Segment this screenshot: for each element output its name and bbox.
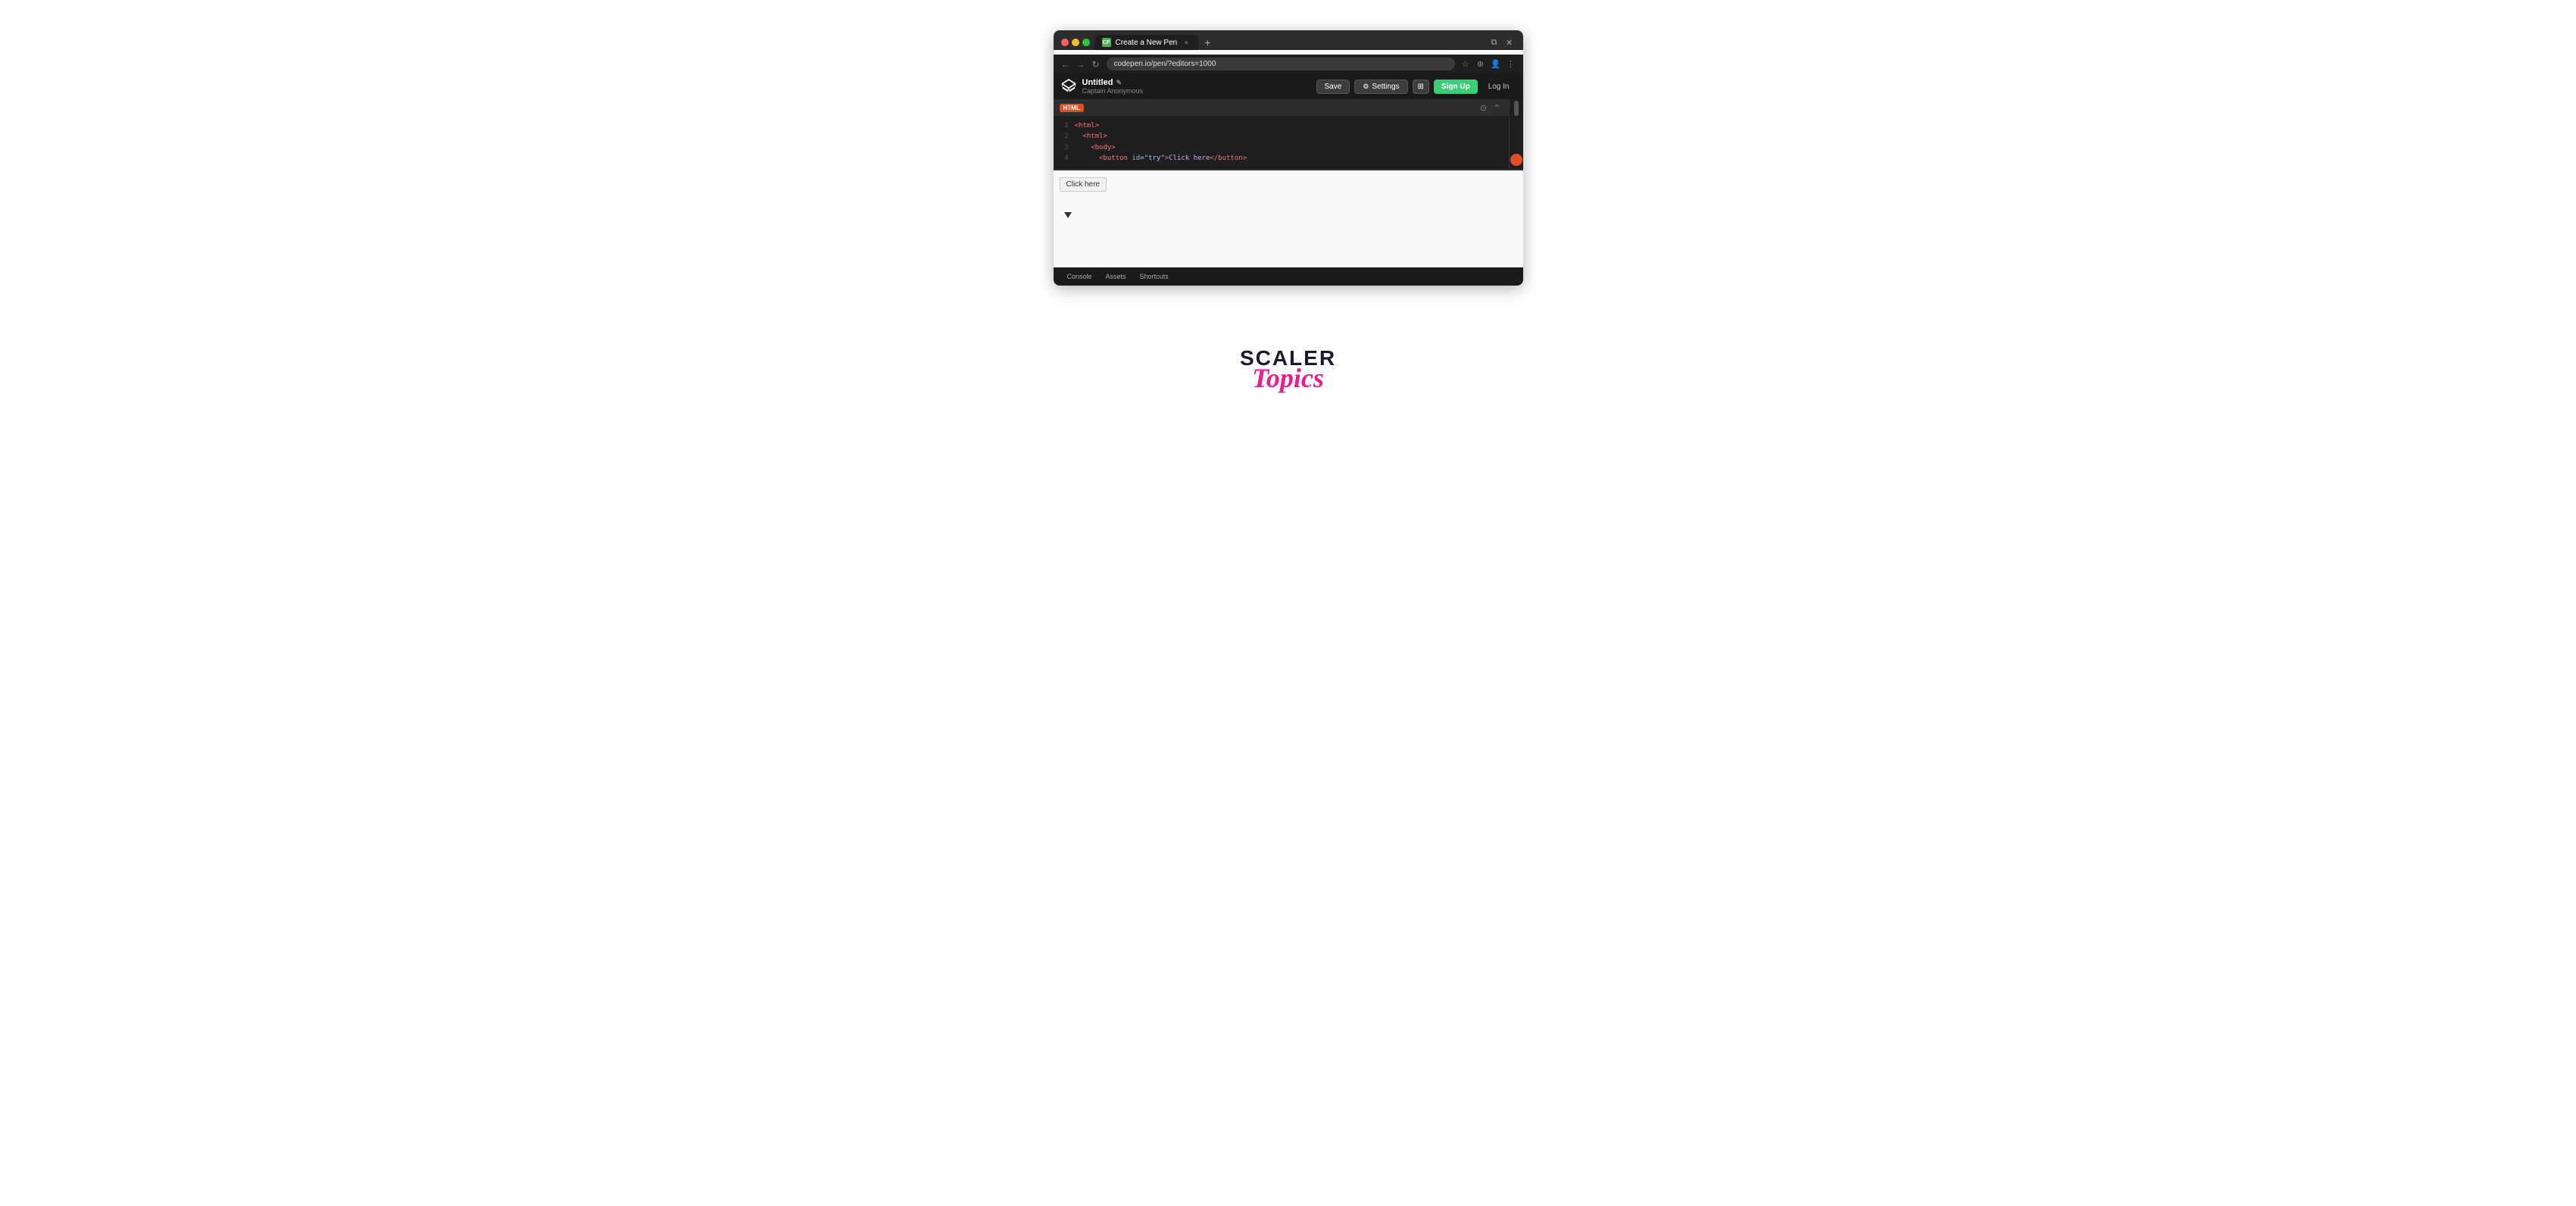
html-badge: HTML	[1060, 104, 1084, 112]
browser-controls: CP Create a New Pen × + ⧉ ✕	[1061, 35, 1516, 50]
browser-window: CP Create a New Pen × + ⧉ ✕ ← → ↻ ☆ ⊕ 👤	[1054, 30, 1523, 286]
expand-icon[interactable]: ⌃	[1492, 102, 1503, 113]
browser-chrome: CP Create a New Pen × + ⧉ ✕	[1054, 30, 1523, 50]
editor-sidebar	[1510, 99, 1523, 169]
tab-title: Create a New Pen	[1116, 39, 1178, 47]
profile-icon[interactable]: 👤	[1490, 58, 1502, 70]
forward-button[interactable]: →	[1075, 58, 1087, 70]
record-button[interactable]	[1510, 154, 1522, 166]
html-editor-panel: HTML ⊙ ⌃ 1 <html> 2 <html> 3 <body>	[1054, 99, 1510, 169]
toolbar-buttons: Save ⚙ Settings ⊞ Sign Up Log In	[1316, 80, 1516, 94]
minimize-window-button[interactable]	[1072, 39, 1079, 46]
new-tab-button[interactable]: +	[1201, 36, 1213, 48]
codepen-toolbar: Untitled ✎ Captain Anonymous Save ⚙ Sett…	[1054, 73, 1523, 99]
signup-button[interactable]: Sign Up	[1434, 80, 1478, 94]
preview-click-here-button[interactable]: Click here	[1060, 177, 1107, 192]
pen-edit-icon[interactable]: ✎	[1116, 79, 1122, 87]
pen-title: Untitled ✎	[1082, 78, 1310, 87]
close-window-button[interactable]	[1061, 39, 1069, 46]
bottom-bar: Console Assets Shortcuts	[1054, 267, 1523, 286]
window-nav-right: ⧉ ✕	[1488, 36, 1516, 48]
console-tab[interactable]: Console	[1061, 270, 1098, 283]
codepen-logo-icon	[1061, 79, 1076, 94]
code-line-4: 4 <button id="try">Click here</button>	[1060, 153, 1503, 164]
settings-button[interactable]: ⚙ Settings	[1354, 80, 1407, 94]
code-editor[interactable]: 1 <html> 2 <html> 3 <body> 4 <button id=…	[1054, 116, 1509, 169]
tab-bar: CP Create a New Pen × +	[1094, 35, 1484, 50]
window-buttons	[1061, 39, 1090, 46]
save-button[interactable]: Save	[1316, 80, 1350, 94]
preview-area: Click here	[1054, 169, 1523, 267]
browser-actions: ☆ ⊕ 👤 ⋮	[1460, 58, 1517, 70]
grid-button[interactable]: ⊞	[1413, 80, 1429, 94]
shortcuts-tab[interactable]: Shortcuts	[1134, 270, 1175, 283]
address-input[interactable]	[1107, 58, 1455, 70]
reload-button[interactable]: ↻	[1090, 58, 1102, 70]
pen-title-area: Untitled ✎ Captain Anonymous	[1082, 78, 1310, 95]
back-button[interactable]: ←	[1060, 58, 1072, 70]
tab-favicon: CP	[1102, 38, 1111, 47]
maximize-window-button[interactable]	[1082, 39, 1090, 46]
address-bar-row: ← → ↻ ☆ ⊕ 👤 ⋮	[1054, 55, 1523, 73]
code-line-3: 3 <body>	[1060, 142, 1503, 153]
format-icon[interactable]: ⊙	[1478, 102, 1489, 113]
gear-icon: ⚙	[1363, 83, 1369, 91]
topics-text: Topics	[1252, 364, 1324, 392]
scrollbar-thumb[interactable]	[1514, 101, 1519, 116]
nav-arrows: ← → ↻	[1060, 58, 1102, 70]
scaler-logo: SCALER Topics	[1240, 346, 1336, 392]
panel-header: HTML ⊙ ⌃	[1054, 99, 1509, 116]
editor-container: HTML ⊙ ⌃ 1 <html> 2 <html> 3 <body>	[1054, 99, 1523, 169]
more-options-icon[interactable]: ⋮	[1505, 58, 1517, 70]
tab-close-button[interactable]: ×	[1182, 38, 1191, 47]
assets-tab[interactable]: Assets	[1100, 270, 1132, 283]
window-close-button[interactable]: ✕	[1503, 36, 1516, 48]
window-restore-button[interactable]: ⧉	[1488, 36, 1500, 48]
extensions-icon[interactable]: ⊕	[1475, 58, 1487, 70]
panel-controls: ⊙ ⌃	[1478, 102, 1503, 113]
pen-author: Captain Anonymous	[1082, 87, 1310, 95]
active-tab[interactable]: CP Create a New Pen ×	[1094, 35, 1199, 50]
code-line-1: 1 <html>	[1060, 120, 1503, 131]
code-line-2: 2 <html>	[1060, 131, 1503, 142]
cursor-indicator	[1064, 212, 1072, 218]
login-button[interactable]: Log In	[1482, 80, 1516, 94]
bookmark-icon[interactable]: ☆	[1460, 58, 1472, 70]
